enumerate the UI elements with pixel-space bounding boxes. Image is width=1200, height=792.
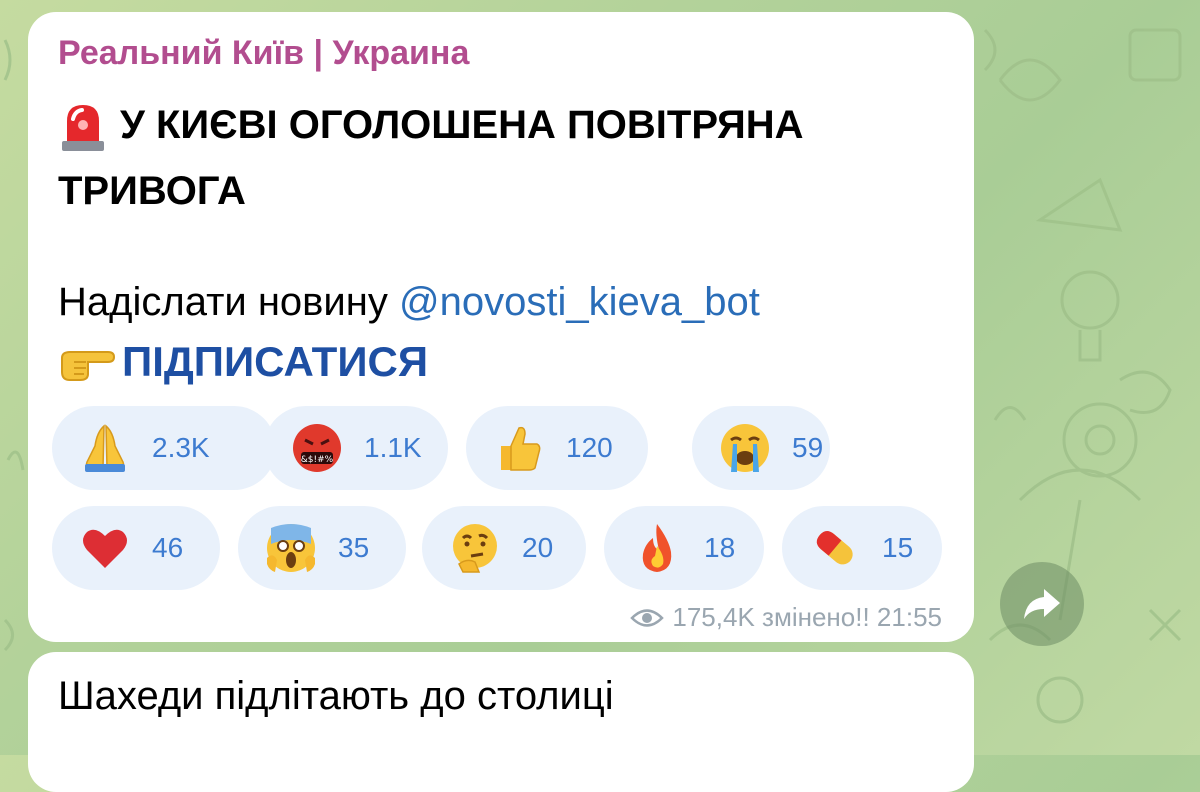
- reaction-loudly-crying-face[interactable]: 59: [692, 406, 830, 490]
- police-light-icon: [62, 105, 104, 152]
- bot-mention-link[interactable]: @novosti_kieva_bot: [399, 280, 760, 324]
- thumbs-up-icon: [492, 421, 546, 475]
- eye-icon: [630, 608, 665, 627]
- channel-name[interactable]: Реальний Київ | Украина: [58, 34, 469, 73]
- screaming-face-icon: [264, 521, 318, 575]
- message-headline: У КИЄВІ ОГОЛОШЕНА ПОВІТРЯНА ТРИВОГА: [58, 92, 958, 224]
- face-with-symbols-icon: &$!#%: [290, 421, 344, 475]
- reaction-screaming-face[interactable]: 35: [238, 506, 406, 590]
- forward-arrow-icon: [1024, 589, 1060, 619]
- thinking-face-icon: [448, 521, 502, 575]
- next-message-bubble[interactable]: Шахеди підлітають до столиці: [28, 652, 974, 792]
- reaction-count: 18: [704, 532, 736, 563]
- reaction-fire[interactable]: 18: [604, 506, 764, 590]
- edited-label: змінено!!: [762, 602, 870, 632]
- reaction-thinking-face[interactable]: 20: [422, 506, 586, 590]
- headline-text: У КИЄВІ ОГОЛОШЕНА ПОВІТРЯНА ТРИВОГА: [58, 103, 804, 213]
- reaction-red-heart[interactable]: 46: [52, 506, 220, 590]
- submit-news-label: Надіслати новину: [58, 280, 399, 324]
- reaction-count: 2.3K: [152, 432, 210, 463]
- reaction-count: 20: [522, 532, 554, 563]
- message-bubble[interactable]: Реальний Київ | Украина У КИЄВІ ОГОЛОШЕН…: [28, 12, 974, 642]
- subscribe-link-line[interactable]: ПІДПИСАТИСЯ: [58, 338, 428, 386]
- reaction-face-with-symbols[interactable]: &$!#% 1.1K: [264, 406, 448, 490]
- submit-news-line: Надіслати новину @novosti_kieva_bot: [58, 280, 760, 325]
- red-heart-icon: [78, 521, 132, 575]
- message-meta: 175,4K змінено!! 21:55: [630, 602, 942, 633]
- subscribe-label: ПІДПИСАТИСЯ: [122, 338, 429, 385]
- next-message-text: Шахеди підлітають до столиці: [58, 674, 614, 718]
- praying-hands-icon: [78, 421, 132, 475]
- forward-button[interactable]: [1000, 562, 1084, 646]
- reaction-praying-hands[interactable]: 2.3K: [52, 406, 276, 490]
- reaction-count: 1.1K: [364, 432, 422, 463]
- reaction-count: 120: [566, 432, 613, 463]
- pill-icon: [808, 521, 862, 575]
- reaction-count: 46: [152, 532, 184, 563]
- pointing-hand-icon: [61, 351, 116, 381]
- loudly-crying-face-icon: [718, 421, 772, 475]
- message-time: 21:55: [876, 602, 942, 632]
- reaction-count: 15: [882, 532, 914, 563]
- reaction-count: 59: [792, 432, 824, 463]
- fire-icon: [630, 521, 684, 575]
- svg-text:&$!#%: &$!#%: [301, 455, 334, 465]
- reaction-count: 35: [338, 532, 370, 563]
- view-count: 175,4K: [672, 602, 755, 632]
- reaction-thumbs-up[interactable]: 120: [466, 406, 648, 490]
- reaction-pill[interactable]: 15: [782, 506, 942, 590]
